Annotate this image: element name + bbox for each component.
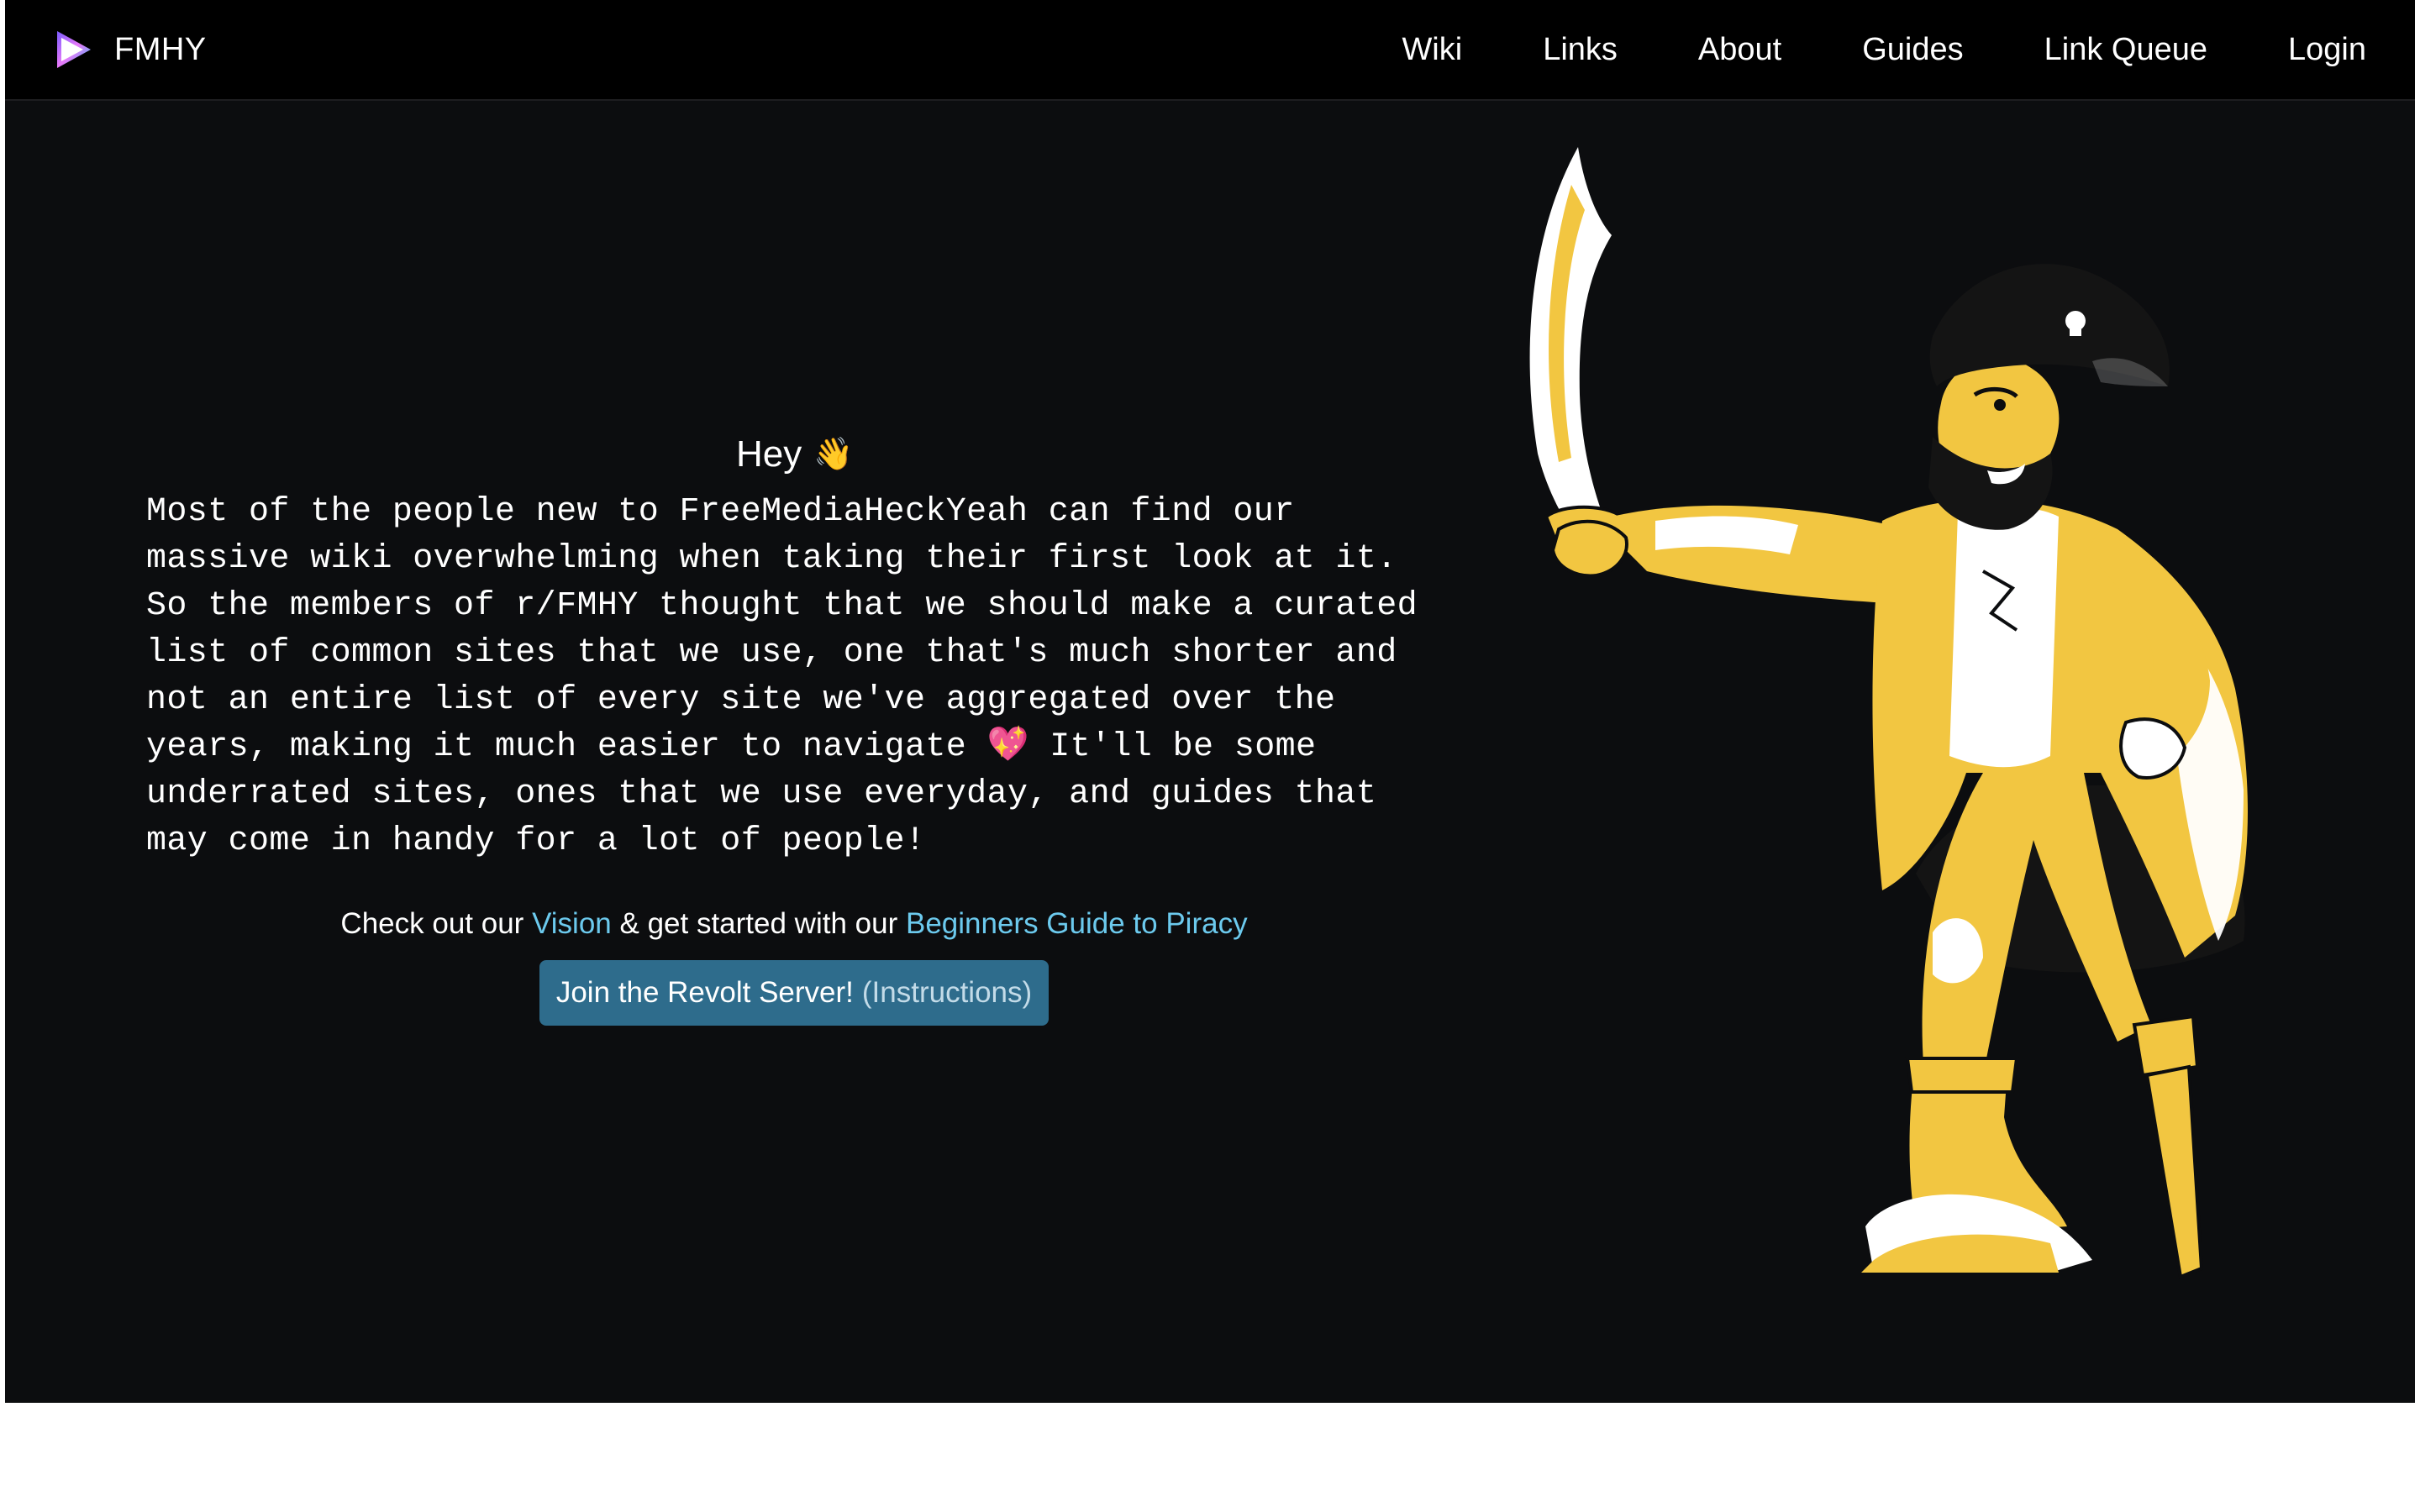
cta-line: Check out our Vision & get started with … [0, 907, 1588, 941]
nav-link-login[interactable]: Login [2288, 32, 2366, 68]
nav-link-link-queue[interactable]: Link Queue [2044, 32, 2207, 68]
play-triangle-icon [57, 31, 91, 68]
intro-text-1: Most of the people new to FreeMediaHeckY… [146, 493, 1418, 766]
pirate-illustration [1529, 147, 2248, 1279]
top-navbar: FMHY Wiki Links About Guides Link Queue … [5, 0, 2415, 101]
join-revolt-button[interactable]: Join the Revolt Server! (Instructions) [539, 960, 1049, 1026]
nav-links: Wiki Links About Guides Link Queue Login [1321, 0, 2366, 99]
cta-prefix: Check out our [340, 907, 524, 940]
brand[interactable]: FMHY [52, 28, 207, 71]
hero-title: Hey 👋 [736, 433, 854, 475]
intro-paragraph: Most of the people new to FreeMediaHeckY… [146, 489, 1457, 865]
nav-link-guides[interactable]: Guides [1862, 32, 1963, 68]
sparkling-heart-icon: 💖 [986, 728, 1029, 766]
brand-name: FMHY [114, 31, 207, 67]
vision-link[interactable]: Vision [532, 907, 612, 940]
join-revolt-label: Join the Revolt Server! [555, 976, 854, 1009]
nav-link-wiki[interactable]: Wiki [1402, 32, 1462, 68]
instructions-link[interactable]: (Instructions) [862, 976, 1032, 1010]
waving-hand-icon: 👋 [813, 437, 854, 472]
nav-link-links[interactable]: Links [1543, 32, 1618, 68]
beginners-guide-link[interactable]: Beginners Guide to Piracy [906, 907, 1248, 940]
nav-link-about[interactable]: About [1698, 32, 1781, 68]
hero-title-text: Hey [736, 433, 802, 475]
cta-middle: & get started with our [619, 907, 898, 940]
